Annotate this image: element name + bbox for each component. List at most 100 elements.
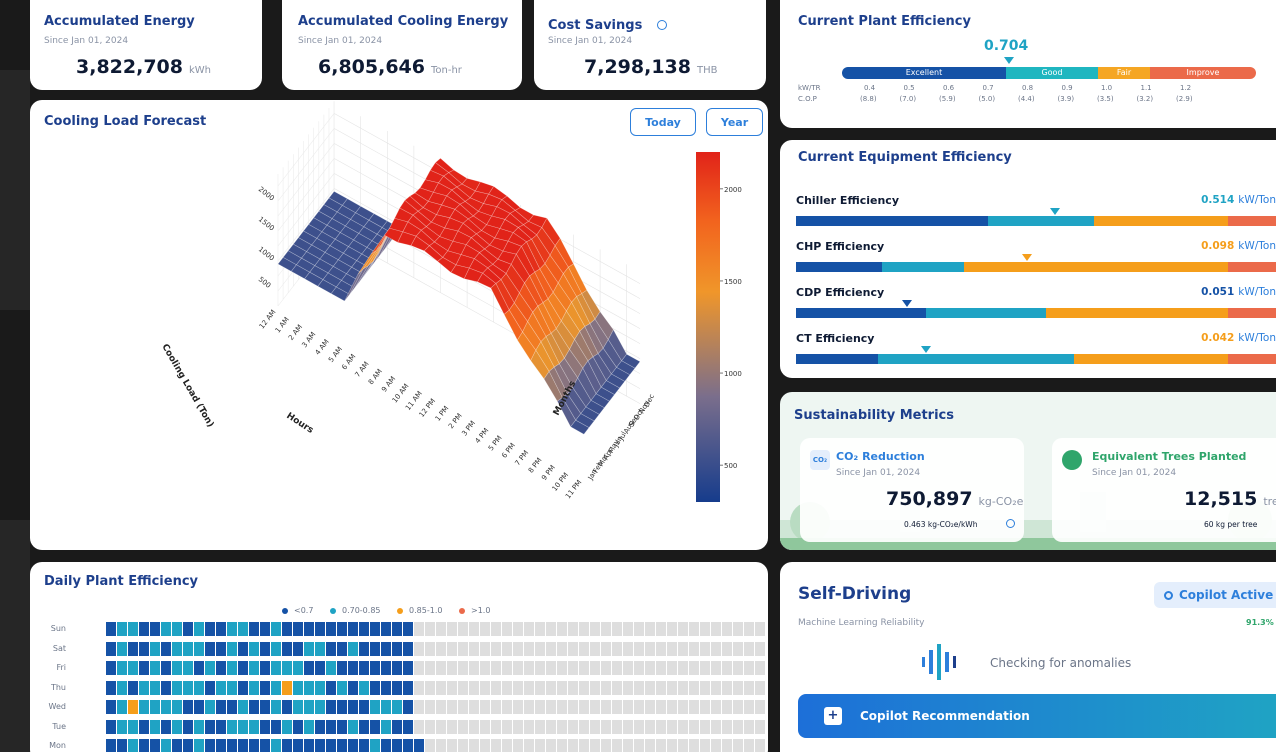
- heatmap-cell[interactable]: [282, 739, 292, 752]
- info-icon[interactable]: [1006, 519, 1015, 528]
- heatmap-cell[interactable]: [337, 661, 347, 675]
- heatmap-cell[interactable]: [535, 641, 545, 656]
- heatmap-cell[interactable]: [711, 719, 721, 734]
- heatmap-cell[interactable]: [117, 739, 127, 752]
- heatmap-cell[interactable]: [260, 622, 270, 636]
- heatmap-cell[interactable]: [491, 661, 501, 675]
- heatmap-cell[interactable]: [381, 622, 391, 636]
- heatmap-cell[interactable]: [161, 700, 171, 714]
- heatmap-cell[interactable]: [590, 739, 600, 752]
- heatmap-cell[interactable]: [183, 641, 193, 656]
- heatmap-cell[interactable]: [249, 622, 259, 636]
- heatmap-cell[interactable]: [590, 622, 600, 636]
- heatmap-cell[interactable]: [106, 680, 116, 695]
- heatmap-cell[interactable]: [447, 700, 457, 714]
- heatmap-cell[interactable]: [348, 641, 358, 656]
- heatmap-cell[interactable]: [557, 739, 567, 752]
- heatmap-cell[interactable]: [282, 719, 292, 734]
- heatmap-cell[interactable]: [535, 680, 545, 695]
- heatmap-cell[interactable]: [546, 661, 556, 675]
- heatmap-cell[interactable]: [370, 719, 380, 734]
- heatmap-cell[interactable]: [260, 661, 270, 675]
- heatmap-cell[interactable]: [403, 680, 413, 695]
- heatmap-cell[interactable]: [227, 641, 237, 656]
- heatmap-cell[interactable]: [700, 700, 710, 714]
- heatmap-cell[interactable]: [733, 719, 743, 734]
- heatmap-cell[interactable]: [513, 719, 523, 734]
- heatmap-cell[interactable]: [271, 622, 281, 636]
- heatmap-cell[interactable]: [282, 641, 292, 656]
- heatmap-cell[interactable]: [249, 661, 259, 675]
- heatmap-cell[interactable]: [392, 641, 402, 656]
- heatmap-cell[interactable]: [491, 719, 501, 734]
- heatmap-cell[interactable]: [436, 719, 446, 734]
- heatmap-cell[interactable]: [612, 641, 622, 656]
- heatmap-cell[interactable]: [139, 680, 149, 695]
- heatmap-cell[interactable]: [183, 661, 193, 675]
- heatmap-cell[interactable]: [106, 719, 116, 734]
- heatmap-cell[interactable]: [414, 661, 424, 675]
- heatmap-cell[interactable]: [722, 680, 732, 695]
- heatmap-cell[interactable]: [359, 680, 369, 695]
- heatmap-cell[interactable]: [711, 641, 721, 656]
- heatmap-cell[interactable]: [535, 622, 545, 636]
- heatmap-cell[interactable]: [513, 641, 523, 656]
- heatmap-cell[interactable]: [733, 739, 743, 752]
- heatmap-cell[interactable]: [326, 700, 336, 714]
- heatmap-cell[interactable]: [205, 661, 215, 675]
- heatmap-cell[interactable]: [128, 680, 138, 695]
- heatmap-cell[interactable]: [755, 641, 765, 656]
- heatmap-cell[interactable]: [194, 622, 204, 636]
- heatmap-cell[interactable]: [425, 680, 435, 695]
- heatmap-cell[interactable]: [667, 641, 677, 656]
- heatmap-cell[interactable]: [381, 700, 391, 714]
- heatmap-cell[interactable]: [183, 622, 193, 636]
- heatmap-cell[interactable]: [612, 739, 622, 752]
- heatmap-cell[interactable]: [161, 661, 171, 675]
- heatmap-cell[interactable]: [667, 622, 677, 636]
- heatmap-cell[interactable]: [733, 700, 743, 714]
- heatmap-cell[interactable]: [590, 661, 600, 675]
- heatmap-cell[interactable]: [172, 739, 182, 752]
- heatmap-cell[interactable]: [150, 680, 160, 695]
- heatmap-cell[interactable]: [623, 622, 633, 636]
- heatmap-cell[interactable]: [348, 661, 358, 675]
- heatmap-cell[interactable]: [744, 700, 754, 714]
- heatmap-cell[interactable]: [117, 622, 127, 636]
- heatmap-cell[interactable]: [425, 641, 435, 656]
- heatmap-cell[interactable]: [491, 700, 501, 714]
- heatmap-cell[interactable]: [700, 661, 710, 675]
- heatmap-cell[interactable]: [546, 641, 556, 656]
- heatmap-cell[interactable]: [447, 680, 457, 695]
- heatmap-cell[interactable]: [381, 739, 391, 752]
- heatmap-cell[interactable]: [524, 641, 534, 656]
- heatmap-cell[interactable]: [601, 700, 611, 714]
- heatmap-cell[interactable]: [656, 739, 666, 752]
- heatmap-cell[interactable]: [106, 622, 116, 636]
- heatmap-cell[interactable]: [480, 680, 490, 695]
- heatmap-cell[interactable]: [183, 719, 193, 734]
- heatmap-cell[interactable]: [271, 739, 281, 752]
- heatmap-cell[interactable]: [381, 719, 391, 734]
- heatmap-cell[interactable]: [546, 622, 556, 636]
- heatmap-cell[interactable]: [678, 661, 688, 675]
- heatmap-cell[interactable]: [359, 622, 369, 636]
- heatmap-cell[interactable]: [458, 680, 468, 695]
- heatmap-cell[interactable]: [216, 641, 226, 656]
- heatmap-cell[interactable]: [194, 700, 204, 714]
- heatmap-cell[interactable]: [458, 622, 468, 636]
- heatmap-cell[interactable]: [238, 661, 248, 675]
- heatmap-cell[interactable]: [260, 719, 270, 734]
- heatmap-cell[interactable]: [414, 622, 424, 636]
- heatmap-cell[interactable]: [282, 680, 292, 695]
- heatmap-cell[interactable]: [689, 719, 699, 734]
- heatmap-cell[interactable]: [447, 661, 457, 675]
- heatmap-cell[interactable]: [315, 622, 325, 636]
- heatmap-cell[interactable]: [579, 719, 589, 734]
- copilot-recommendation-button[interactable]: + Copilot Recommendation: [798, 694, 1276, 738]
- heatmap-cell[interactable]: [315, 680, 325, 695]
- heatmap-cell[interactable]: [733, 661, 743, 675]
- heatmap-cell[interactable]: [711, 739, 721, 752]
- heatmap-cell[interactable]: [139, 700, 149, 714]
- heatmap-cell[interactable]: [590, 680, 600, 695]
